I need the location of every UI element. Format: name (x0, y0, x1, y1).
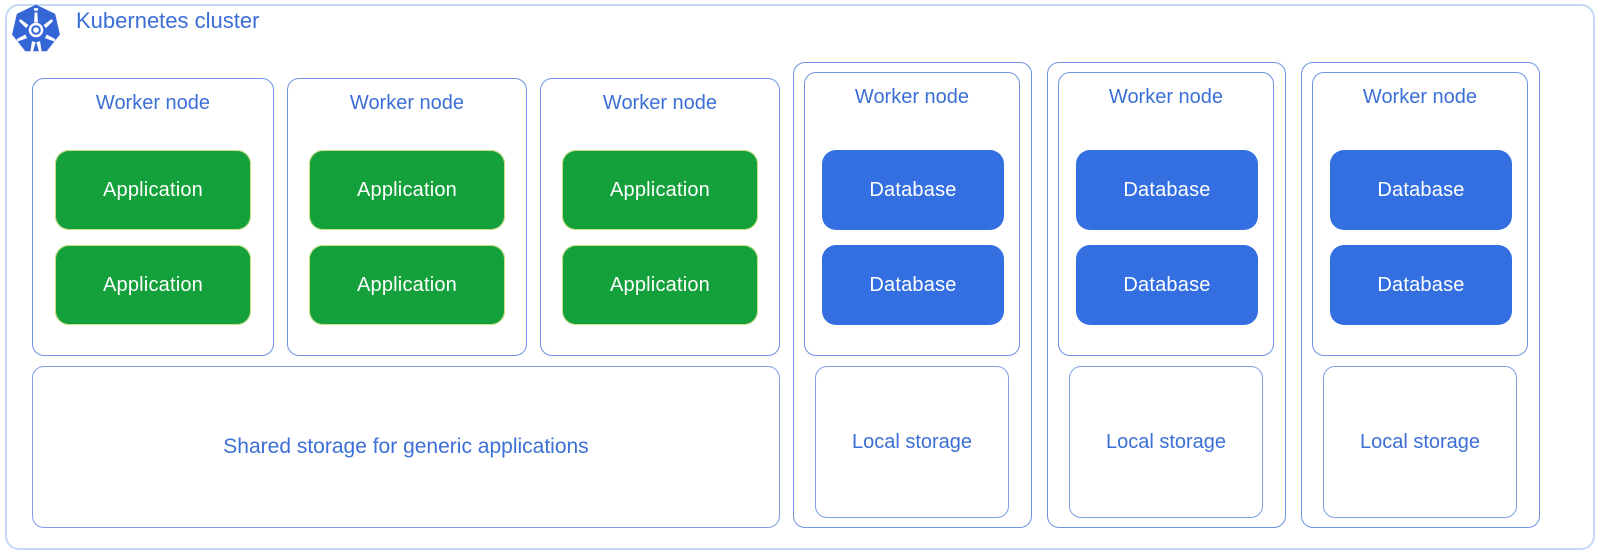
worker-node-app-3[interactable]: Worker node Application Application (540, 78, 780, 356)
workload-application[interactable]: Application (55, 150, 251, 230)
worker-node-db-3[interactable]: Worker node Database Database (1312, 72, 1528, 356)
worker-node-label: Worker node (602, 92, 718, 114)
workload-application[interactable]: Application (309, 150, 505, 230)
kubernetes-helm-wheel-icon (9, 3, 63, 57)
local-storage-box[interactable]: Local storage (1323, 366, 1517, 518)
worker-node-label: Worker node (1108, 86, 1224, 108)
worker-node-label: Worker node (95, 92, 211, 114)
workload-database[interactable]: Database (1330, 150, 1512, 230)
worker-node-app-1[interactable]: Worker node Application Application (32, 78, 274, 356)
worker-node-db-1[interactable]: Worker node Database Database (804, 72, 1020, 356)
worker-node-app-2[interactable]: Worker node Application Application (287, 78, 527, 356)
workload-application[interactable]: Application (562, 245, 758, 325)
workload-database[interactable]: Database (822, 150, 1004, 230)
worker-node-db-2[interactable]: Worker node Database Database (1058, 72, 1274, 356)
worker-node-label: Worker node (349, 92, 465, 114)
diagram-canvas: Kubernetes cluster Worker node Applicati… (0, 0, 1600, 556)
worker-node-label: Worker node (1362, 86, 1478, 108)
workload-database[interactable]: Database (1076, 150, 1258, 230)
local-storage-box[interactable]: Local storage (1069, 366, 1263, 518)
local-storage-box[interactable]: Local storage (815, 366, 1009, 518)
workload-application[interactable]: Application (309, 245, 505, 325)
shared-storage-box[interactable]: Shared storage for generic applications (32, 366, 780, 528)
workload-database[interactable]: Database (822, 245, 1004, 325)
workload-application[interactable]: Application (562, 150, 758, 230)
worker-node-label: Worker node (854, 86, 970, 108)
workload-application[interactable]: Application (55, 245, 251, 325)
workload-database[interactable]: Database (1076, 245, 1258, 325)
workload-database[interactable]: Database (1330, 245, 1512, 325)
cluster-title: Kubernetes cluster (76, 8, 260, 33)
